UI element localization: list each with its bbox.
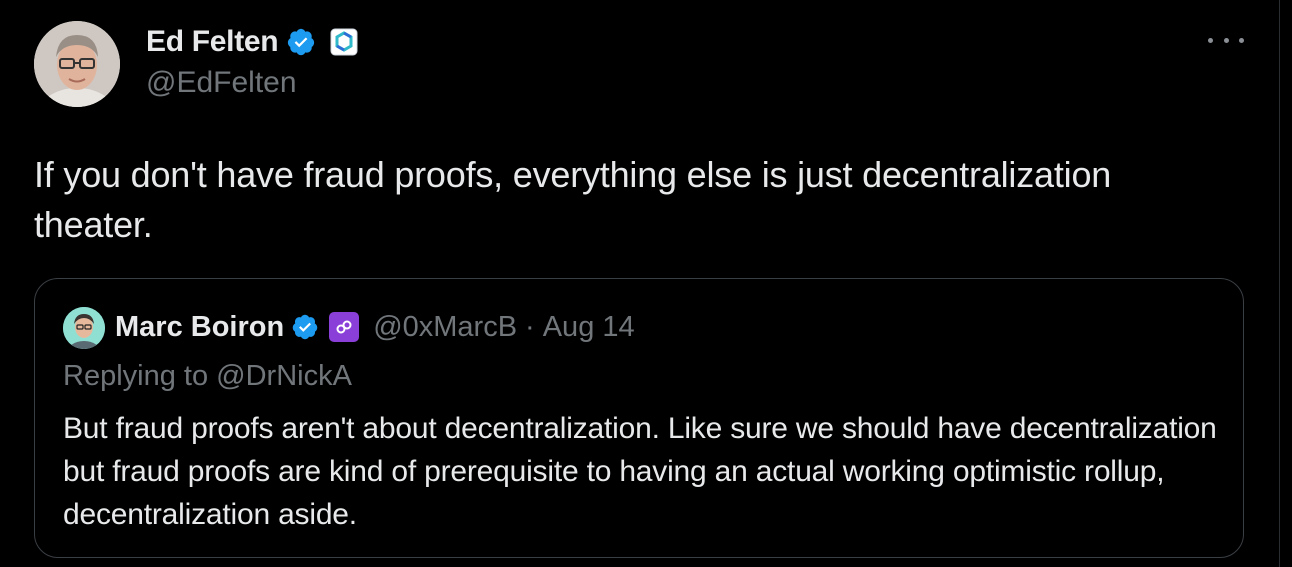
quoted-author-avatar[interactable] bbox=[63, 307, 105, 349]
quoted-verified-badge-icon[interactable] bbox=[291, 313, 319, 341]
separator-dot: · bbox=[525, 310, 535, 343]
author-handle[interactable]: @EdFelten bbox=[146, 66, 297, 100]
replying-to-line: Replying to @DrNickA bbox=[63, 360, 352, 393]
verified-badge-icon[interactable] bbox=[286, 27, 316, 57]
author-avatar[interactable] bbox=[34, 21, 120, 107]
replying-prefix: Replying to bbox=[63, 360, 209, 392]
more-options-icon[interactable] bbox=[1208, 30, 1244, 50]
quoted-affiliation-badge-icon[interactable] bbox=[329, 312, 360, 342]
quoted-tweet-text: But fraud proofs aren't about decentrali… bbox=[63, 412, 1217, 531]
quoted-author-handle[interactable]: @0xMarcB bbox=[373, 311, 517, 344]
quoted-date[interactable]: Aug 14 bbox=[543, 311, 635, 344]
scrollbar-track[interactable] bbox=[1279, 0, 1292, 567]
tweet-text: If you don't have fraud proofs, everythi… bbox=[34, 154, 1112, 245]
affiliation-badge-icon[interactable] bbox=[330, 28, 358, 56]
replying-mention[interactable]: @DrNickA bbox=[216, 360, 352, 392]
tweet-card: Ed Felten @EdFelten If you don't have fr… bbox=[0, 0, 1280, 567]
quoted-author-name[interactable]: Marc Boiron bbox=[115, 311, 284, 344]
quoted-header: Marc Boiron @0xMarcB · Aug 14 bbox=[115, 305, 635, 349]
author-name[interactable]: Ed Felten bbox=[146, 25, 279, 59]
author-name-row: Ed Felten bbox=[146, 22, 358, 62]
quoted-tweet[interactable]: Marc Boiron @0xMarcB · Aug 14 Replying t… bbox=[34, 278, 1244, 558]
